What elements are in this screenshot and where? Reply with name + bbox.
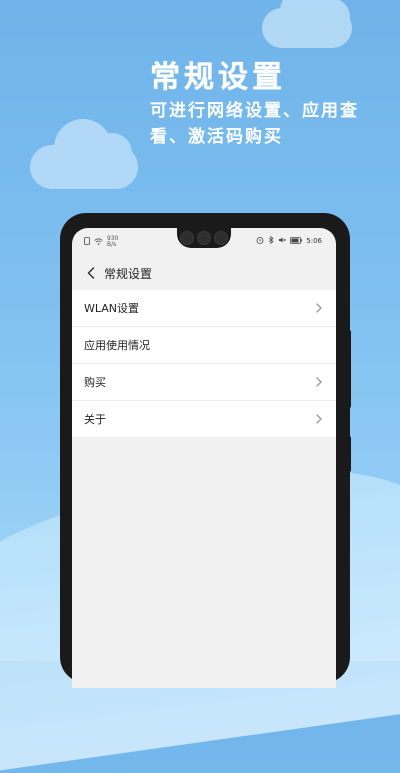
page-title: 常规设置: [104, 266, 153, 281]
wifi-icon: [94, 237, 103, 247]
status-left: 930 B/s: [84, 236, 118, 248]
settings-list: WLAN设置 应用使用情况 购买 关于: [72, 290, 336, 437]
phone-screen: 930 B/s 5:06 常规设置 WLAN设置 应用使用情况 购买 关于: [72, 228, 336, 688]
chevron-left-icon[interactable]: [84, 266, 98, 280]
settings-item-purchase[interactable]: 购买: [72, 364, 336, 401]
network-speed: 930 B/s: [107, 236, 118, 248]
status-right: 5:06: [256, 235, 322, 246]
settings-item-label: WLAN设置: [84, 302, 140, 315]
chevron-right-icon: [314, 303, 324, 313]
settings-item-label: 关于: [84, 413, 106, 426]
settings-item-label: 应用使用情况: [84, 339, 150, 352]
sim-icon: [84, 237, 90, 247]
phone-side-button: [346, 436, 351, 472]
settings-item-wlan[interactable]: WLAN设置: [72, 290, 336, 327]
phone-side-button: [346, 330, 351, 408]
mute-icon: [278, 236, 287, 246]
status-time: 5:06: [306, 237, 322, 245]
bluetooth-icon: [268, 235, 274, 246]
speed-unit: B/s: [107, 241, 117, 248]
cloud-decoration: [30, 119, 138, 189]
alarm-icon: [256, 236, 264, 246]
cloud-decoration: [262, 0, 352, 48]
status-bar: 930 B/s 5:06: [72, 236, 336, 250]
battery-icon: [290, 236, 303, 246]
promo-subline: 可进行网络设置、应用查看、激活码购买: [150, 101, 359, 147]
settings-item-about[interactable]: 关于: [72, 401, 336, 437]
chevron-right-icon: [314, 377, 324, 387]
promo-headline: 常规设置: [150, 60, 286, 95]
chevron-right-icon: [314, 414, 324, 424]
settings-item-app-usage[interactable]: 应用使用情况: [72, 327, 336, 364]
settings-item-label: 购买: [84, 376, 106, 389]
settings-header: 常规设置: [72, 258, 336, 288]
